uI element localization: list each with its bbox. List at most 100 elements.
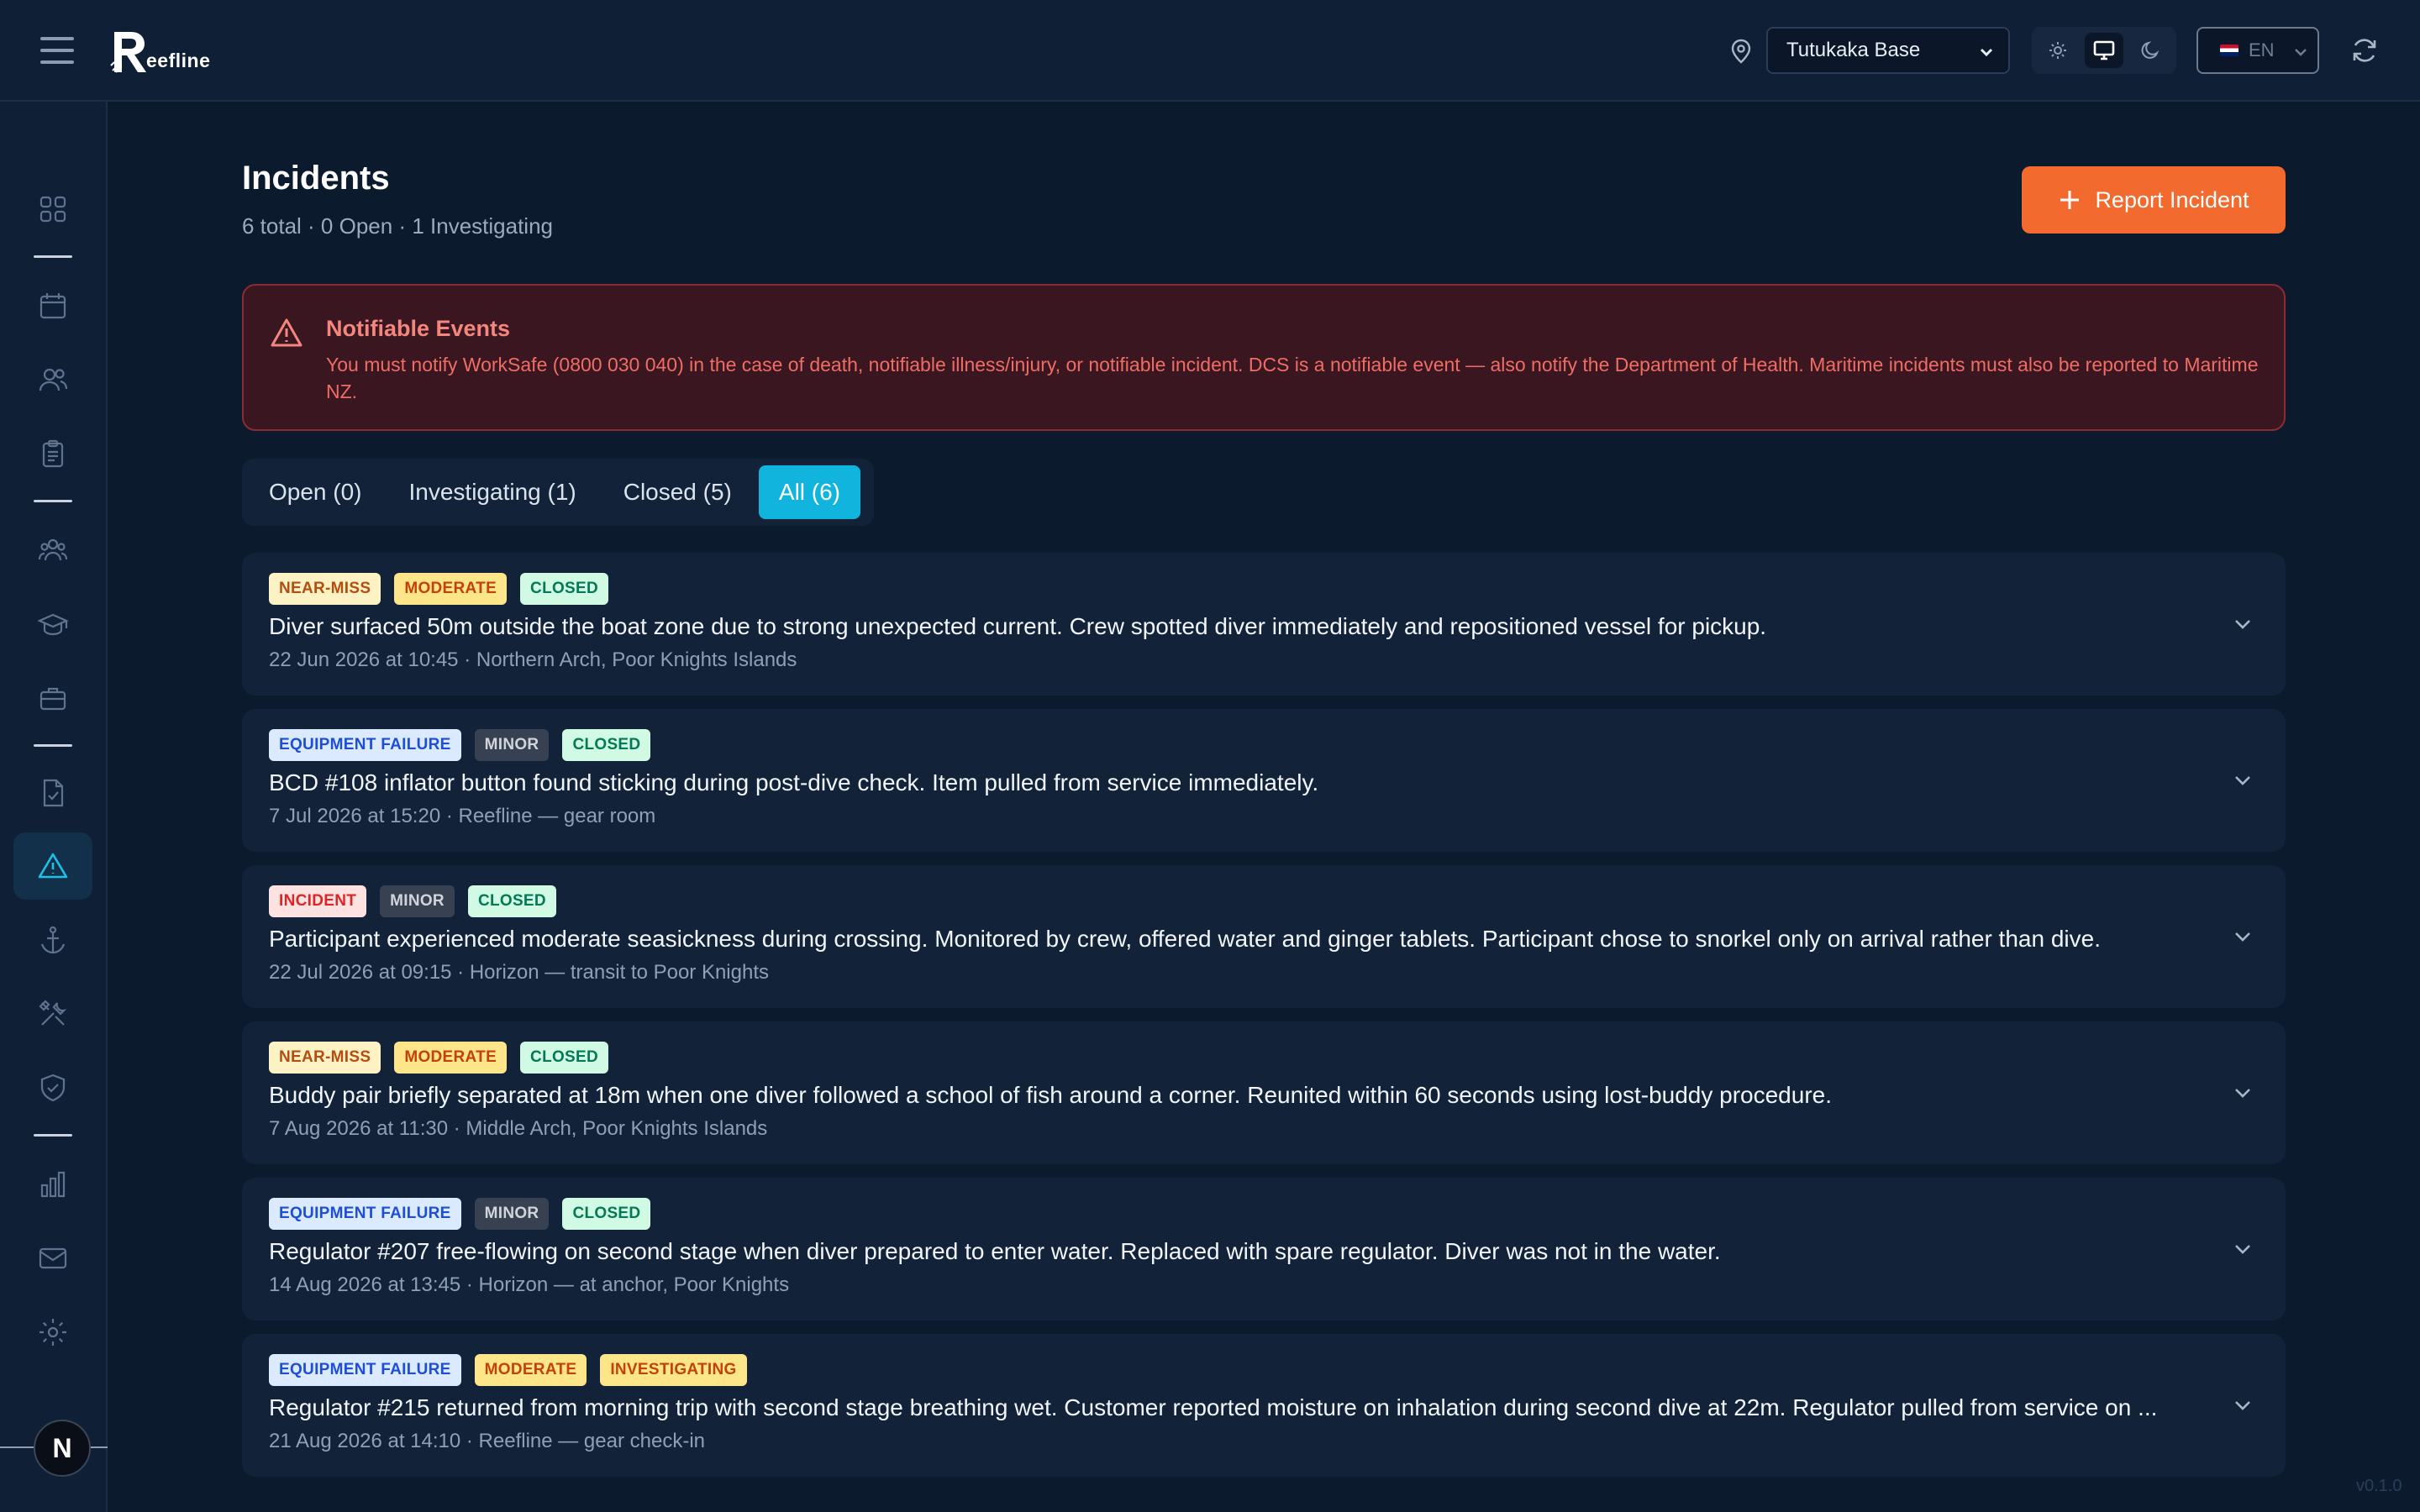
logo[interactable]: eefline bbox=[109, 25, 210, 76]
incident-badges: EQUIPMENT FAILURE MODERATE INVESTIGATING bbox=[269, 1354, 747, 1386]
sidebar-item-maintenance[interactable] bbox=[13, 980, 92, 1047]
dark-theme-button[interactable] bbox=[2130, 33, 2170, 68]
incident-meta: 22 Jul 2026 at 09:15 · Horizon — transit… bbox=[269, 961, 769, 984]
page-title: Incidents bbox=[242, 160, 390, 197]
sidebar-item-dashboard[interactable] bbox=[13, 176, 92, 243]
incident-description: BCD #108 inflator button found sticking … bbox=[269, 769, 1319, 795]
chevron-down-icon[interactable] bbox=[2230, 1393, 2255, 1418]
warning-icon bbox=[38, 853, 68, 879]
graduation-cap-icon bbox=[37, 613, 69, 636]
system-theme-button[interactable] bbox=[2084, 33, 2124, 68]
incident-description: Diver surfaced 50m outside the boat zone… bbox=[269, 613, 1767, 639]
moon-icon bbox=[2141, 41, 2159, 59]
calendar-icon bbox=[39, 293, 66, 319]
status-tabs: Open (0) Investigating (1) Closed (5) Al… bbox=[242, 459, 874, 526]
briefcase-icon bbox=[39, 687, 66, 711]
top-bar: eefline Tutukaka Base EN bbox=[0, 0, 2420, 102]
chevron-down-icon[interactable] bbox=[2230, 924, 2255, 949]
status-badge: INCIDENT bbox=[269, 885, 367, 917]
sidebar-divider bbox=[34, 744, 72, 747]
incident-meta: 7 Aug 2026 at 11:30 · Middle Arch, Poor … bbox=[269, 1117, 768, 1140]
team-icon bbox=[38, 538, 68, 561]
status-badge: INVESTIGATING bbox=[600, 1354, 747, 1386]
menu-icon[interactable] bbox=[40, 37, 74, 64]
users-icon bbox=[39, 368, 68, 391]
light-theme-button[interactable] bbox=[2039, 33, 2078, 68]
sidebar-item-boats[interactable] bbox=[13, 906, 92, 974]
sidebar-item-compliance[interactable] bbox=[13, 1054, 92, 1121]
sidebar-item-customers[interactable] bbox=[13, 346, 92, 413]
refresh-icon[interactable] bbox=[2349, 35, 2380, 66]
chevron-down-icon[interactable] bbox=[2230, 1236, 2255, 1262]
tab-all[interactable]: All (6) bbox=[758, 465, 861, 519]
status-badge: MINOR bbox=[380, 885, 455, 917]
anchor-icon bbox=[40, 926, 66, 954]
tab-open[interactable]: Open (0) bbox=[249, 465, 382, 519]
incident-meta: 22 Jun 2026 at 10:45 · Northern Arch, Po… bbox=[269, 648, 797, 671]
monitor-icon bbox=[2093, 40, 2115, 60]
gear-icon bbox=[39, 1319, 66, 1346]
language-select[interactable]: EN bbox=[2196, 27, 2319, 74]
chevron-down-icon[interactable] bbox=[2230, 768, 2255, 793]
clipboard-icon bbox=[42, 439, 64, 468]
plus-icon bbox=[2060, 191, 2080, 209]
sidebar-item-calendar[interactable] bbox=[13, 272, 92, 339]
sidebar-item-messages[interactable] bbox=[13, 1225, 92, 1292]
tab-closed[interactable]: Closed (5) bbox=[603, 465, 752, 519]
incident-card[interactable]: NEAR-MISS MODERATE CLOSED Diver surfaced 50… bbox=[242, 553, 2286, 696]
sidebar-item-courses[interactable] bbox=[13, 591, 92, 658]
sidebar-divider bbox=[34, 500, 72, 502]
sidebar-item-staff[interactable] bbox=[13, 517, 92, 584]
incident-description: Buddy pair briefly separated at 18m when… bbox=[269, 1082, 1833, 1108]
status-badge: MODERATE bbox=[394, 1042, 508, 1074]
sidebar-item-incidents[interactable] bbox=[13, 832, 92, 900]
status-badge: EQUIPMENT FAILURE bbox=[269, 1198, 461, 1230]
status-badge: CLOSED bbox=[562, 1198, 651, 1230]
sidebar-item-inventory[interactable] bbox=[13, 664, 92, 732]
version-label: v0.1.0 bbox=[2356, 1477, 2402, 1495]
sidebar bbox=[0, 102, 108, 1512]
file-check-icon bbox=[43, 779, 64, 807]
avatar[interactable]: N bbox=[34, 1420, 91, 1477]
status-badge: MODERATE bbox=[394, 573, 508, 605]
report-incident-button[interactable]: Report Incident bbox=[2022, 166, 2286, 234]
shield-check-icon bbox=[40, 1074, 66, 1102]
notifiable-events-alert: Notifiable Events You must notify WorkSa… bbox=[242, 284, 2286, 431]
incident-card[interactable]: EQUIPMENT FAILURE MINOR CLOSED BCD #108 inf… bbox=[242, 709, 2286, 852]
status-badge: CLOSED bbox=[467, 885, 556, 917]
status-badge: CLOSED bbox=[562, 729, 651, 761]
sidebar-item-settings[interactable] bbox=[13, 1299, 92, 1366]
sidebar-item-bookings[interactable] bbox=[13, 420, 92, 487]
status-badge: CLOSED bbox=[520, 573, 609, 605]
sidebar-item-reports[interactable] bbox=[13, 1151, 92, 1218]
base-select[interactable]: Tutukaka Base bbox=[1766, 27, 2010, 74]
incident-description: Participant experienced moderate seasick… bbox=[269, 926, 2101, 952]
chevron-down-icon[interactable] bbox=[2230, 1080, 2255, 1105]
bar-chart-icon bbox=[40, 1171, 66, 1198]
incident-badges: INCIDENT MINOR CLOSED bbox=[269, 885, 556, 917]
chevron-down-icon bbox=[1980, 48, 1993, 57]
theme-toggle bbox=[2032, 27, 2176, 74]
incident-badges: EQUIPMENT FAILURE MINOR CLOSED bbox=[269, 729, 651, 761]
incident-card[interactable]: INCIDENT MINOR CLOSED Participant experienc… bbox=[242, 865, 2286, 1008]
status-badge: EQUIPMENT FAILURE bbox=[269, 729, 461, 761]
status-badge: EQUIPMENT FAILURE bbox=[269, 1354, 461, 1386]
incident-badges: EQUIPMENT FAILURE MINOR CLOSED bbox=[269, 1198, 651, 1230]
incident-card[interactable]: EQUIPMENT FAILURE MINOR CLOSED Regulator #2… bbox=[242, 1178, 2286, 1320]
status-badge: MINOR bbox=[474, 1198, 550, 1230]
sidebar-item-documents[interactable] bbox=[13, 759, 92, 827]
mail-icon bbox=[39, 1247, 67, 1269]
flag-icon bbox=[2220, 45, 2238, 56]
incident-card[interactable]: EQUIPMENT FAILURE MODERATE INVESTIGATING Re… bbox=[242, 1334, 2286, 1477]
logo-mark-icon bbox=[110, 32, 146, 73]
incident-card[interactable]: NEAR-MISS MODERATE CLOSED Buddy pair briefl… bbox=[242, 1021, 2286, 1164]
chevron-down-icon[interactable] bbox=[2230, 612, 2255, 637]
language-value: EN bbox=[2249, 39, 2275, 60]
sidebar-divider bbox=[34, 255, 72, 258]
incident-badges: NEAR-MISS MODERATE CLOSED bbox=[269, 1042, 609, 1074]
page-subtitle: 6 total · 0 Open · 1 Investigating bbox=[242, 213, 553, 239]
incident-description: Regulator #207 free-flowing on second st… bbox=[269, 1238, 1721, 1264]
base-select-value: Tutukaka Base bbox=[1786, 39, 1921, 61]
location-pin-icon bbox=[1731, 39, 1751, 64]
tab-investigating[interactable]: Investigating (1) bbox=[389, 465, 597, 519]
